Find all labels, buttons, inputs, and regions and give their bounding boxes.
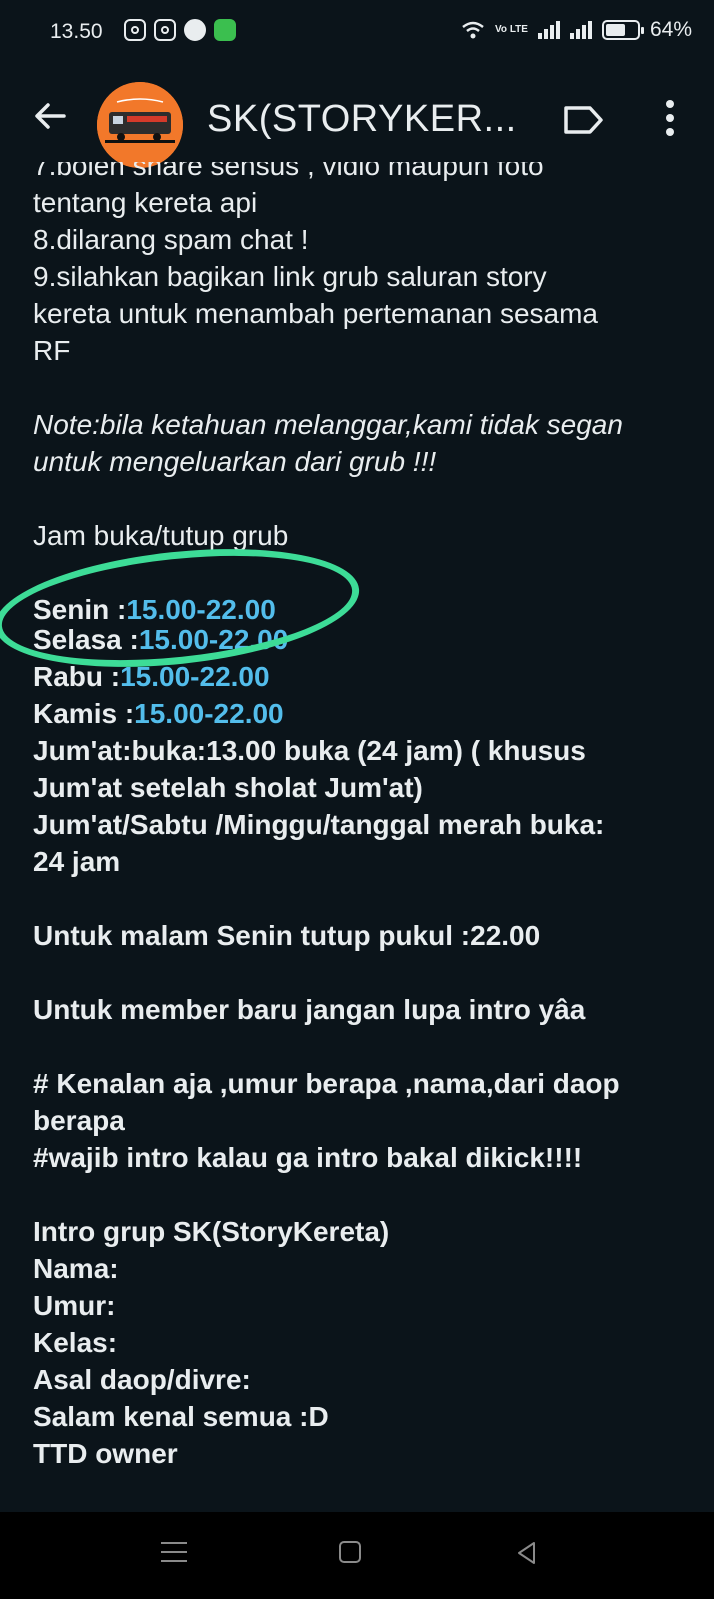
wifi-icon	[462, 21, 484, 39]
intro-title: Intro grup SK(StoryKereta)	[33, 1216, 390, 1247]
kenalan-line-1: # Kenalan aja ,umur berapa ,nama,dari da…	[33, 1068, 620, 1099]
instagram-icon	[124, 19, 146, 41]
notification-icons	[124, 19, 236, 41]
status-time: 13.50	[50, 20, 103, 43]
chat-title[interactable]: SK(STORYKER...	[207, 98, 517, 141]
nav-back-icon[interactable]	[514, 1540, 540, 1566]
schedule-row: Senin :15.00-22.00	[33, 591, 693, 628]
hours-heading: Jam buka/tutup grub	[33, 520, 289, 551]
signal-icon	[569, 21, 592, 39]
schedule-row: Rabu :15.00-22.00	[33, 658, 693, 695]
new-member-note: Untuk member baru jangan lupa intro yâa	[33, 994, 586, 1025]
note-line-1: Note:bila ketahuan melanggar,kami tidak …	[33, 409, 623, 440]
jumat-line-1: Jum'at:buka:13.00 buka (24 jam) ( khusus	[33, 735, 586, 766]
group-avatar[interactable]	[97, 82, 183, 168]
schedule-time: 15.00-22.00	[134, 698, 284, 729]
schedule-day: Senin :	[33, 594, 127, 625]
schedule-time: 15.00-22.00	[126, 594, 276, 625]
note-line-2: untuk mengeluarkan dari grub !!!	[33, 446, 437, 477]
volte-indicator: Vo LTE	[495, 24, 528, 35]
rule-8: 8.dilarang spam chat !	[33, 224, 309, 255]
jumat-line-2: Jum'at setelah sholat Jum'at)	[33, 772, 423, 803]
intro-field: Nama:	[33, 1253, 119, 1284]
recent-apps-icon[interactable]	[161, 1542, 187, 1564]
label-icon[interactable]	[562, 102, 606, 138]
intro-field: TTD owner	[33, 1438, 178, 1469]
schedule-time: 15.00-22.00	[138, 628, 289, 655]
system-nav-bar	[0, 1512, 714, 1599]
intro-field: Salam kenal semua :D	[33, 1401, 329, 1432]
rule-7-text: 7.boleh share sensus , vidio maupun foto	[33, 162, 544, 181]
rule-7-line: 7.boleh share sensus , vidio maupun foto	[33, 162, 693, 184]
signal-icon	[537, 21, 560, 39]
intro-field: Kelas:	[33, 1327, 118, 1358]
wajib-intro: #wajib intro kalau ga intro bakal dikick…	[33, 1142, 583, 1173]
battery-percentage: 64%	[649, 18, 692, 41]
schedule-day: Rabu :	[33, 661, 121, 692]
app-notification-icon	[214, 19, 236, 41]
senin-night-note: Untuk malam Senin tutup pukul :22.00	[33, 920, 541, 951]
system-indicators: Vo LTE 64%	[461, 18, 692, 42]
intro-field: Umur:	[33, 1290, 116, 1321]
weekend-line-2: 24 jam	[33, 846, 121, 877]
kenalan-line-2: berapa	[33, 1105, 125, 1136]
back-arrow-icon[interactable]	[28, 94, 72, 138]
schedule-time: 15.00-22.00	[120, 661, 270, 692]
schedule-row: Kamis :15.00-22.00	[33, 695, 693, 732]
rule-9-line-2: kereta untuk menambah pertemanan sesama	[33, 298, 598, 329]
weekend-line-1: Jum'at/Sabtu /Minggu/tanggal merah buka:	[33, 809, 605, 840]
rule-7-continued: tentang kereta api	[33, 187, 258, 218]
status-bar: 13.50 Vo LTE 64%	[0, 0, 714, 68]
rule-9-line-1: 9.silahkan bagikan link grub saluran sto…	[33, 261, 547, 292]
schedule-day: Selasa :	[33, 628, 139, 655]
schedule-row: Selasa :15.00-22.00	[33, 628, 693, 658]
home-icon[interactable]	[339, 1541, 361, 1563]
battery-icon	[601, 20, 644, 40]
instagram-icon	[154, 19, 176, 41]
schedule-day: Kamis :	[33, 698, 135, 729]
more-options-icon[interactable]	[650, 96, 690, 140]
chat-header: SK(STORYKER...	[0, 68, 714, 168]
intro-field: Asal daop/divre:	[33, 1364, 251, 1395]
rule-9-line-3: RF	[33, 335, 71, 366]
train-logo-icon	[97, 82, 183, 168]
message-body: 7.boleh share sensus , vidio maupun foto…	[33, 162, 693, 1472]
app-notification-icon	[184, 19, 206, 41]
